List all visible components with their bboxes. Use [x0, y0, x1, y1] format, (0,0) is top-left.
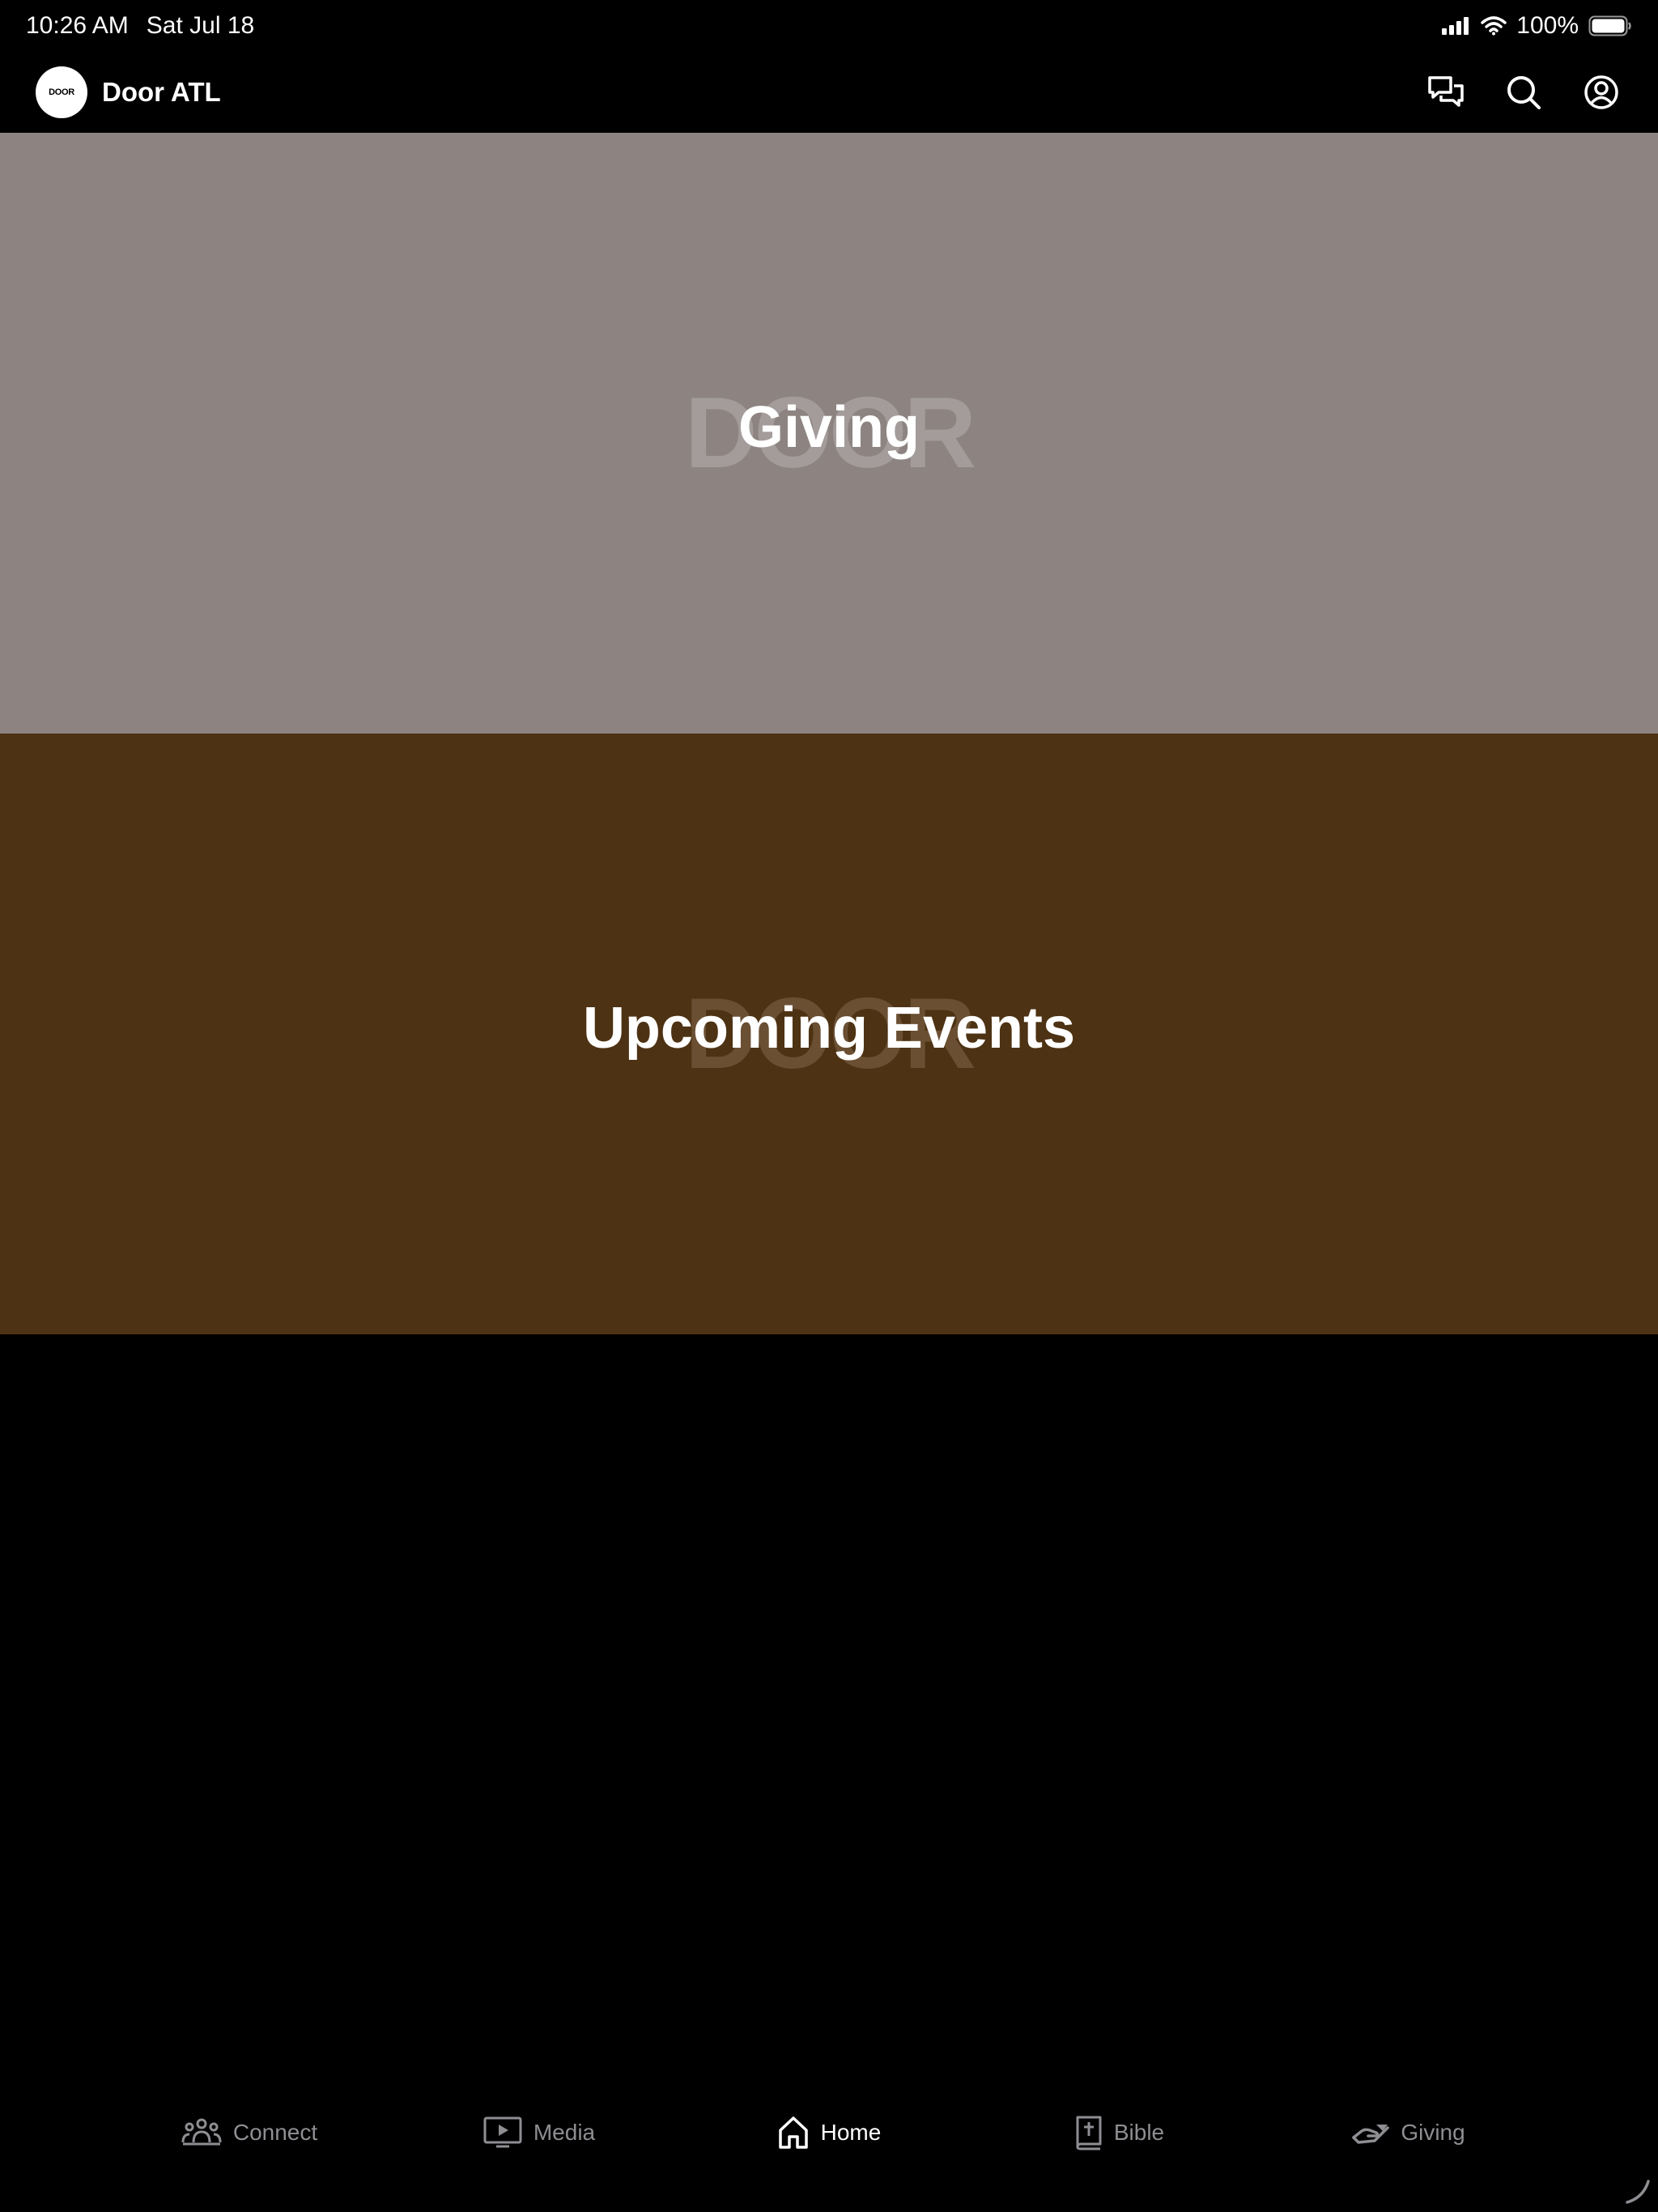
status-bar: 10:26 AM Sat Jul 18 100% [0, 0, 1658, 52]
wifi-icon [1481, 16, 1507, 36]
app-screen: 10:26 AM Sat Jul 18 100% DOOR Door ATL D… [0, 0, 1658, 2212]
header-actions [1425, 71, 1622, 113]
cellular-signal-icon [1442, 16, 1471, 36]
upcoming-events-card[interactable]: DOOR Upcoming Events [0, 734, 1658, 1334]
tab-bar: Connect Media Home Bible Giving [0, 2082, 1658, 2212]
search-button[interactable] [1503, 71, 1545, 113]
search-icon [1507, 76, 1541, 109]
tv-play-icon [483, 2116, 522, 2148]
people-icon [181, 2118, 222, 2146]
card-title: Upcoming Events [582, 996, 1076, 1061]
tab-label: Connect [232, 2120, 318, 2145]
tab-media[interactable]: Media [394, 2116, 684, 2149]
tab-connect[interactable]: Connect [104, 2118, 394, 2147]
status-date: Sat Jul 18 [146, 12, 255, 39]
app-title: Door ATL [102, 77, 221, 107]
bible-icon [1076, 2116, 1102, 2150]
app-header: DOOR Door ATL [0, 52, 1658, 133]
chat-button[interactable] [1425, 71, 1467, 113]
tab-bible[interactable]: Bible [974, 2115, 1264, 2150]
battery-percent: 100% [1516, 12, 1579, 39]
status-right: 100% [1442, 12, 1632, 40]
profile-button[interactable] [1580, 71, 1622, 113]
brand[interactable]: DOOR Door ATL [36, 66, 221, 118]
giving-card[interactable]: DOOR Giving [0, 133, 1658, 734]
tab-giving[interactable]: Giving [1264, 2120, 1554, 2146]
battery-icon [1588, 15, 1632, 36]
tab-label: Bible [1113, 2120, 1165, 2145]
home-icon [778, 2116, 808, 2149]
giving-hand-icon [1352, 2125, 1390, 2144]
chat-icon [1428, 76, 1464, 107]
door-logo[interactable]: DOOR [36, 66, 87, 118]
status-left: 10:26 AM Sat Jul 18 [26, 12, 254, 40]
corner-handle-icon [1626, 2180, 1650, 2204]
tab-label: Giving [1401, 2120, 1465, 2145]
tab-label: Media [533, 2120, 596, 2145]
card-title: Giving [738, 395, 920, 460]
status-time: 10:26 AM [26, 12, 129, 39]
tab-home[interactable]: Home [684, 2116, 974, 2150]
tab-label: Home [820, 2120, 882, 2145]
profile-icon [1584, 75, 1618, 109]
